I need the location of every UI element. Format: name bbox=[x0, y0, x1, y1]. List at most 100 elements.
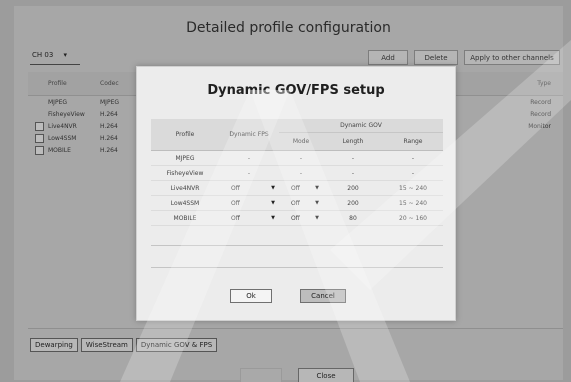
row-checkbox[interactable] bbox=[35, 121, 44, 131]
channel-select[interactable]: CH 03 ▾ bbox=[30, 51, 80, 65]
chevron-down-icon: ▼ bbox=[271, 215, 275, 221]
header-dynamic-gov: Dynamic GOV bbox=[279, 119, 443, 133]
gov-length: - bbox=[323, 155, 383, 162]
tab-dewarping[interactable]: Dewarping bbox=[30, 338, 78, 352]
page-title: Detailed profile configuration bbox=[186, 20, 391, 36]
row-codec: H.264 bbox=[100, 134, 118, 142]
apply-to-other-channels-button[interactable]: Apply to other channels bbox=[464, 50, 560, 65]
row-profile: Low4SSM bbox=[151, 200, 219, 207]
chevron-down-icon: ▼ bbox=[315, 200, 319, 206]
tab-wisestream[interactable]: WiseStream bbox=[80, 338, 133, 352]
row-profile-value: MOBILE bbox=[173, 214, 197, 222]
header-range: Range bbox=[403, 138, 423, 145]
row-codec: MJPEG bbox=[100, 98, 120, 106]
tab-dynamic-gov-fps[interactable]: Dynamic GOV & FPS bbox=[135, 338, 218, 352]
gov-length-value: 200 bbox=[347, 199, 359, 207]
add-button[interactable]: Add bbox=[368, 50, 408, 65]
row-codec: H.264 bbox=[100, 122, 118, 130]
row-profile-value: Live4NVR bbox=[170, 184, 200, 192]
chevron-down-icon: ▼ bbox=[271, 200, 275, 206]
row-codec: H.264 bbox=[100, 146, 118, 154]
gov-mode-select-value: Off bbox=[291, 214, 300, 222]
row-type: Record bbox=[530, 98, 551, 106]
row-profile: FisheyeView bbox=[48, 110, 85, 118]
gov-range: 15 ~ 240 bbox=[383, 200, 443, 207]
row-profile: MJPEG bbox=[151, 155, 219, 162]
header-type: Type bbox=[537, 80, 551, 87]
gov-mode-select-value: Off bbox=[291, 199, 300, 207]
gov-mode: - bbox=[279, 170, 323, 177]
gov-length-value: 80 bbox=[349, 214, 357, 222]
row-profile: MOBILE bbox=[151, 215, 219, 222]
ok-button[interactable]: Ok bbox=[230, 289, 272, 303]
dynamic-fps-select-value: Off bbox=[231, 184, 240, 192]
gov-mode-value: - bbox=[299, 154, 303, 162]
gov-range: - bbox=[383, 170, 443, 177]
dynamic-fps-select[interactable]: Off ▼ bbox=[219, 215, 279, 222]
gov-mode-select[interactable]: Off ▼ bbox=[279, 185, 323, 192]
gov-mode-select-value: Off bbox=[291, 184, 300, 192]
table-row: MJPEG - - - - bbox=[151, 151, 443, 166]
header-mode: Mode bbox=[292, 138, 310, 145]
row-type: Monitor bbox=[528, 122, 551, 130]
header-codec: Codec bbox=[100, 80, 119, 87]
table-row: Low4SSM Off ▼ Off ▼ 200 15 ~ 240 bbox=[151, 196, 443, 211]
dynamic-fps-value: - bbox=[247, 154, 251, 162]
disabled-button bbox=[240, 368, 282, 382]
gov-fps-table-header: Profile Dynamic FPS Dynamic GOV Mode Len… bbox=[151, 119, 443, 151]
gov-range-value: - bbox=[411, 154, 415, 162]
gov-range: - bbox=[383, 155, 443, 162]
gov-length: 200 bbox=[323, 185, 383, 192]
gov-range-value: 15 ~ 240 bbox=[399, 199, 427, 207]
delete-button[interactable]: Delete bbox=[414, 50, 458, 65]
header-profile: Profile bbox=[48, 80, 67, 87]
row-profile: FisheyeView bbox=[151, 170, 219, 177]
dynamic-fps-select-value: Off bbox=[231, 214, 240, 222]
dialog-title: Dynamic GOV/FPS setup bbox=[207, 83, 385, 98]
divider bbox=[151, 245, 443, 246]
gov-mode-select[interactable]: Off ▼ bbox=[279, 200, 323, 207]
row-profile-value: Low4SSM bbox=[170, 199, 200, 207]
row-profile: Low4SSM bbox=[48, 134, 77, 142]
gov-length-value: - bbox=[351, 154, 355, 162]
gov-range: 15 ~ 240 bbox=[383, 185, 443, 192]
header-length: Length bbox=[342, 138, 364, 145]
gov-range-value: 15 ~ 240 bbox=[399, 184, 427, 192]
table-row: Live4NVR Off ▼ Off ▼ 200 15 ~ 240 bbox=[151, 181, 443, 196]
row-profile: Live4NVR bbox=[151, 185, 219, 192]
dynamic-fps: - bbox=[219, 170, 279, 177]
dynamic-fps-select[interactable]: Off ▼ bbox=[219, 200, 279, 207]
dynamic-fps-select-value: Off bbox=[231, 199, 240, 207]
gov-range-value: - bbox=[411, 169, 415, 177]
dynamic-fps-select[interactable]: Off ▼ bbox=[219, 185, 279, 192]
channel-value: CH 03 bbox=[32, 51, 54, 59]
gov-range-value: 20 ~ 160 bbox=[399, 214, 427, 222]
gov-mode-select[interactable]: Off ▼ bbox=[279, 215, 323, 222]
header-dynamic-fps: Dynamic FPS bbox=[229, 131, 269, 138]
close-button[interactable]: Close bbox=[298, 368, 354, 382]
row-checkbox[interactable] bbox=[35, 133, 44, 143]
gov-mode-value: - bbox=[299, 169, 303, 177]
row-profile-value: MJPEG bbox=[175, 154, 195, 162]
dynamic-fps-value: - bbox=[247, 169, 251, 177]
cancel-button[interactable]: Cancel bbox=[300, 289, 346, 303]
gov-length-value: 200 bbox=[347, 184, 359, 192]
gov-length: 80 bbox=[323, 215, 383, 222]
table-row: MOBILE Off ▼ Off ▼ 80 20 ~ 160 bbox=[151, 211, 443, 226]
row-codec: H.264 bbox=[100, 110, 118, 118]
row-checkbox[interactable] bbox=[35, 145, 44, 155]
gov-mode: - bbox=[279, 155, 323, 162]
row-profile: Live4NVR bbox=[48, 122, 77, 130]
header-profile: Profile bbox=[175, 131, 195, 138]
gov-range: 20 ~ 160 bbox=[383, 215, 443, 222]
row-profile: MOBILE bbox=[48, 146, 71, 154]
gov-length: 200 bbox=[323, 200, 383, 207]
chevron-down-icon: ▼ bbox=[315, 185, 319, 191]
divider bbox=[28, 328, 563, 329]
gov-length-value: - bbox=[351, 169, 355, 177]
divider bbox=[151, 267, 443, 268]
chevron-down-icon: ▼ bbox=[271, 185, 275, 191]
dynamic-fps: - bbox=[219, 155, 279, 162]
table-row: FisheyeView - - - - bbox=[151, 166, 443, 181]
header-dynamic-gov-group: Dynamic GOV Mode Length Range bbox=[279, 119, 443, 150]
